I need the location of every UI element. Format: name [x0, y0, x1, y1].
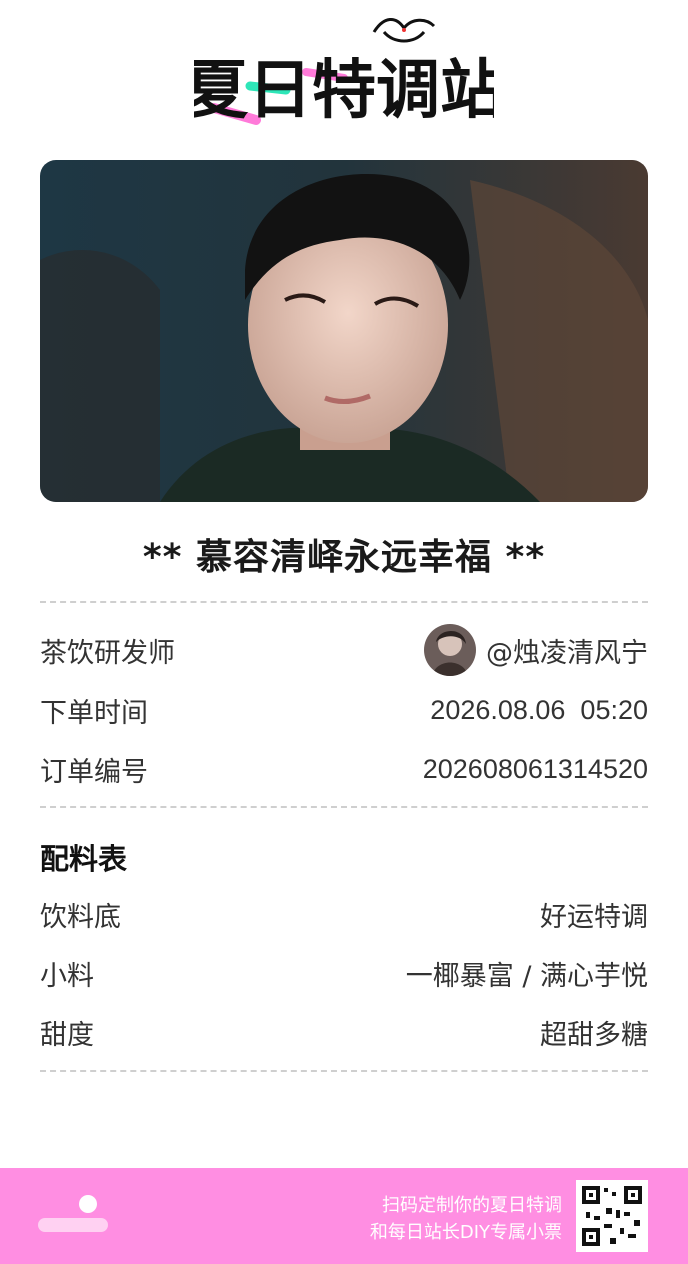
- designer-handle[interactable]: @烛凌清风宁: [486, 631, 648, 670]
- footer-line-1: 扫码定制你的夏日特调: [382, 1195, 562, 1216]
- summer-drink-logo: 夏日特调站: [194, 18, 494, 128]
- avatar[interactable]: [424, 624, 476, 676]
- order-number-label: 订单编号: [40, 756, 148, 788]
- recipe-row-base: 饮料底 好运特调: [40, 892, 648, 936]
- portrait-image: [40, 160, 648, 502]
- row-order-time: 下单时间 2026.08.06 05:20: [40, 688, 648, 732]
- footer-text: 扫码定制你的夏日特调 和每日站长DIY专属小票: [370, 1192, 562, 1246]
- recipe-toppings-label: 小料: [40, 960, 94, 992]
- recipe-sweetness-label: 甜度: [40, 1019, 94, 1051]
- divider: [40, 806, 648, 808]
- divider: [40, 601, 648, 603]
- footer-line-2: 和每日站长DIY专属小票: [369, 1222, 562, 1243]
- ticket-title: ** 慕容清峄永远幸福 **: [142, 537, 546, 578]
- recipe-title: 配料表: [40, 842, 128, 876]
- app-logo: 夏日特调站: [0, 12, 688, 130]
- recipe-toppings-value: 一椰暴富 / 满心芋悦: [405, 960, 648, 992]
- footer-bar: 扫码定制你的夏日特调 和每日站长DIY专属小票: [0, 1168, 688, 1264]
- recipe-base-value: 好运特调: [540, 901, 648, 933]
- order-number-value: 202608061314520: [422, 753, 648, 784]
- row-designer: 茶饮研发师 @烛凌清风宁: [40, 624, 648, 676]
- recipe-sweetness-value: 超甜多糖: [540, 1019, 648, 1051]
- row-order-number: 订单编号 202608061314520: [40, 747, 648, 791]
- order-time-value: 2026.08.06 05:20: [430, 694, 648, 725]
- recipe-row-sweetness: 甜度 超甜多糖: [40, 1010, 648, 1054]
- hero-photo: [40, 160, 648, 502]
- divider: [40, 1070, 648, 1072]
- footer-brand-icon: [38, 1195, 108, 1232]
- designer-label: 茶饮研发师: [40, 637, 175, 669]
- recipe-base-label: 饮料底: [40, 901, 121, 933]
- logo-text: 夏日特调站: [194, 54, 494, 128]
- designer-value-group[interactable]: @烛凌清风宁: [424, 624, 648, 676]
- qr-code-icon[interactable]: [576, 1180, 648, 1252]
- seagull-icon: [372, 18, 436, 43]
- order-time-label: 下单时间: [40, 697, 148, 729]
- recipe-row-toppings: 小料 一椰暴富 / 满心芋悦: [40, 951, 648, 995]
